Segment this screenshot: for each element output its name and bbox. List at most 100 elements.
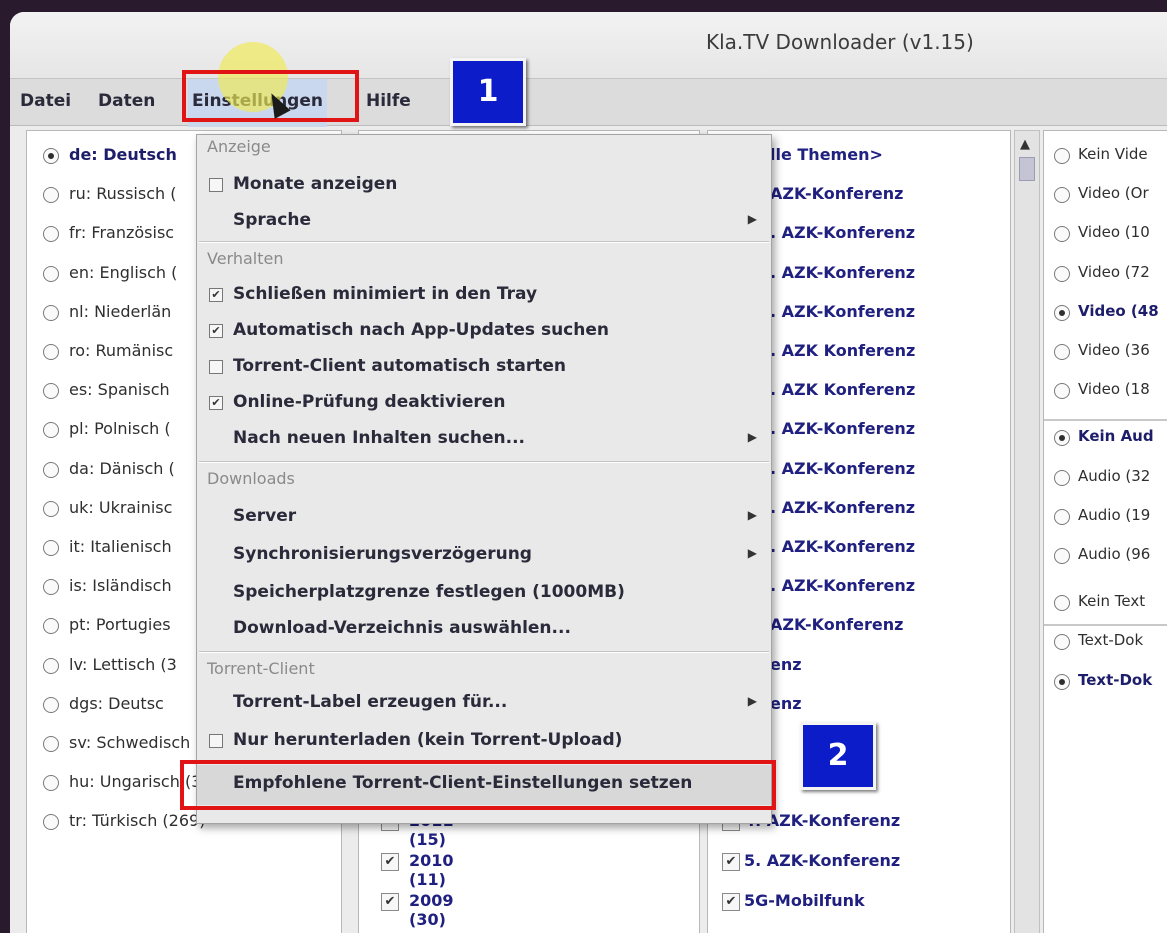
radio-icon[interactable]	[1054, 508, 1070, 525]
menu-separator	[199, 651, 769, 653]
radio-icon[interactable]	[1054, 265, 1070, 282]
language-label: is: Isländisch	[69, 576, 172, 596]
format-label: Text-Dok	[1078, 670, 1153, 689]
topic-label: lle Themen>	[770, 145, 883, 164]
topic-label: . AZK Konferenz	[770, 341, 916, 360]
menu-item-download-verzeichnis[interactable]: Download-Verzeichnis auswählen...	[197, 613, 771, 647]
step-badge-2: 2	[800, 722, 876, 790]
topic-label: AZK-Konferenz	[770, 615, 904, 635]
menu-item-torrent-label[interactable]: Torrent-Label erzeugen für... ▶	[197, 687, 771, 721]
menu-item-neue-inhalte[interactable]: Nach neuen Inhalten suchen... ▶	[197, 423, 771, 457]
radio-icon[interactable]	[43, 187, 59, 204]
menu-daten[interactable]: Daten	[98, 91, 155, 111]
language-label: es: Spanisch	[69, 380, 170, 400]
radio-icon[interactable]	[43, 304, 59, 321]
section-label-downloads: Downloads	[207, 469, 295, 488]
topic-label: . AZK-Konferenz	[770, 576, 916, 596]
radio-icon[interactable]	[1054, 548, 1070, 564]
menu-separator	[199, 241, 769, 243]
topic-label: . AZK-Konferenz	[770, 497, 916, 517]
topic-label: . AZK Konferenz	[770, 380, 916, 400]
submenu-arrow-icon: ▶	[747, 508, 757, 522]
menu-item-online-pruefung[interactable]: ✔ Online-Prüfung deaktivieren	[197, 387, 771, 421]
section-label-anzeige: Anzeige	[207, 137, 271, 156]
radio-icon[interactable]	[43, 736, 59, 752]
radio-selected-icon[interactable]	[1054, 430, 1070, 447]
radio-icon[interactable]	[1054, 469, 1070, 486]
step-badge-1: 1	[450, 58, 526, 126]
language-label: da: Dänisch (	[69, 458, 175, 478]
radio-icon[interactable]	[1054, 595, 1070, 612]
menu-item-speicherplatz[interactable]: Speicherplatzgrenze festlegen (1000MB)	[197, 577, 771, 611]
checkbox-checked-icon[interactable]: ✔	[722, 893, 740, 911]
language-label: dgs: Deutsc	[69, 693, 164, 713]
menu-item-torrent-autostart[interactable]: Torrent-Client automatisch starten	[197, 351, 771, 385]
language-label: ru: Russisch (	[69, 184, 177, 204]
topic-label: . AZK-Konferenz	[770, 458, 916, 478]
topic-label: . AZK-Konferenz	[770, 262, 916, 282]
language-label: de: Deutsch	[69, 145, 177, 164]
radio-icon[interactable]	[1054, 187, 1070, 204]
format-label: Video (72	[1078, 262, 1150, 281]
checkbox-checked-icon[interactable]: ✔	[381, 853, 399, 871]
format-label: Video (18	[1078, 380, 1150, 399]
menu-item-monate-anzeigen[interactable]: Monate anzeigen	[197, 169, 771, 203]
radio-icon[interactable]	[43, 383, 59, 400]
language-label: ro: Rumänisc	[69, 341, 174, 360]
radio-icon[interactable]	[43, 226, 59, 243]
submenu-arrow-icon: ▶	[747, 212, 757, 226]
radio-icon[interactable]	[1054, 148, 1070, 164]
radio-icon[interactable]	[43, 265, 59, 282]
language-label: pt: Portugies	[69, 615, 171, 635]
radio-icon[interactable]	[43, 500, 59, 517]
radio-icon[interactable]	[1054, 226, 1070, 243]
menu-item-sync[interactable]: Synchronisierungsverzögerung ▶	[197, 539, 771, 573]
radio-selected-icon[interactable]	[43, 148, 59, 164]
radio-icon[interactable]	[43, 344, 59, 360]
scroll-up-icon[interactable]: ▲	[1020, 137, 1030, 152]
format-label: Kein Text	[1078, 592, 1146, 611]
menu-item-tray[interactable]: ✔ Schließen minimiert in den Tray	[197, 279, 771, 313]
radio-icon[interactable]	[43, 775, 59, 792]
checkbox-checked-icon[interactable]: ✔	[722, 853, 740, 871]
divider	[1044, 624, 1167, 626]
topic-label: enz	[770, 654, 802, 674]
checkbox-checked-icon: ✔	[209, 288, 223, 302]
radio-icon[interactable]	[1054, 344, 1070, 360]
window-title: Kla.TV Downloader (v1.15)	[706, 30, 974, 54]
language-label: tr: Türkisch (269)	[69, 811, 206, 831]
topic-label: AZK-Konferenz	[770, 184, 904, 204]
radio-icon[interactable]	[43, 422, 59, 439]
format-label: Kein Vide	[1078, 145, 1148, 163]
radio-icon[interactable]	[43, 618, 59, 635]
format-label: Video (48	[1078, 301, 1159, 320]
menu-item-nur-herunterladen[interactable]: Nur herunterladen (kein Torrent-Upload)	[197, 725, 771, 759]
radio-icon[interactable]	[1054, 383, 1070, 400]
scroll-thumb[interactable]	[1019, 157, 1035, 181]
menu-item-app-updates[interactable]: ✔ Automatisch nach App-Updates suchen	[197, 315, 771, 349]
format-label: Audio (32	[1078, 466, 1151, 485]
topic-label: . AZK-Konferenz	[770, 301, 916, 321]
radio-icon[interactable]	[43, 461, 59, 478]
radio-icon[interactable]	[43, 696, 59, 713]
radio-selected-icon[interactable]	[1054, 304, 1070, 321]
topic-scrollbar[interactable]: ▲	[1014, 130, 1040, 933]
radio-icon[interactable]	[43, 579, 59, 596]
radio-icon[interactable]	[43, 657, 59, 674]
format-label: Video (Or	[1078, 184, 1149, 203]
radio-icon[interactable]	[43, 814, 59, 831]
topic-label: . AZK-Konferenz	[770, 419, 916, 439]
radio-icon[interactable]	[43, 540, 59, 556]
radio-selected-icon[interactable]	[1054, 673, 1070, 690]
menu-separator	[199, 461, 769, 463]
submenu-arrow-icon: ▶	[747, 430, 757, 444]
format-label: Video (10	[1078, 223, 1150, 242]
menu-datei[interactable]: Datei	[20, 91, 71, 111]
menu-item-sprache[interactable]: Sprache ▶	[197, 205, 771, 239]
title-bar[interactable]: Kla.TV Downloader (v1.15)	[10, 12, 1167, 78]
checkbox-checked-icon[interactable]: ✔	[381, 893, 399, 911]
menu-item-server[interactable]: Server ▶	[197, 501, 771, 535]
submenu-arrow-icon: ▶	[747, 546, 757, 560]
menu-hilfe[interactable]: Hilfe	[366, 91, 411, 111]
radio-icon[interactable]	[1054, 634, 1070, 651]
